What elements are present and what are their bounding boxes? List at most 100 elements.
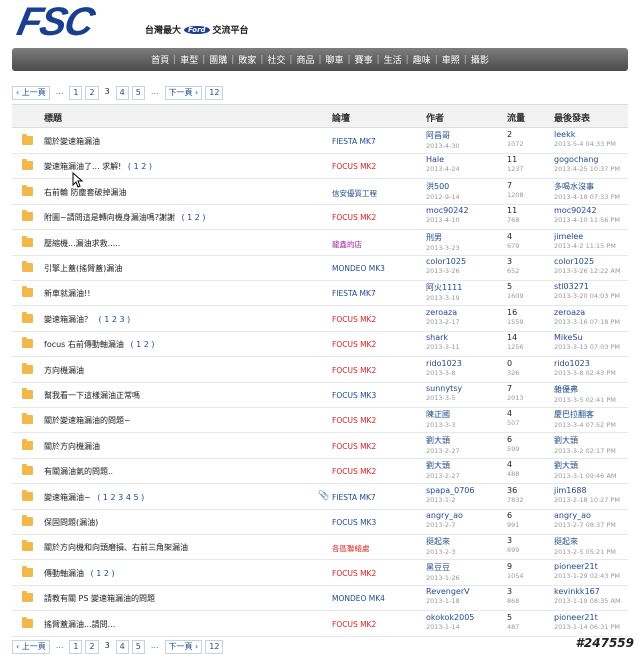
last-post-date[interactable]: 2013-3-1 09:46 AM: [554, 472, 616, 480]
nav-item[interactable]: 車型: [176, 53, 202, 66]
nav-item[interactable]: 攝影: [467, 53, 493, 66]
last-poster[interactable]: jim1688: [554, 486, 620, 495]
forum-link[interactable]: FOCUS MK2: [332, 315, 376, 324]
forum-link[interactable]: FOCUS MK2: [332, 442, 376, 451]
thread-title[interactable]: 引擎上蓋(搖臂蓋)漏油: [44, 263, 126, 274]
thread-title-text[interactable]: focus 右前傳動軸漏油: [44, 340, 126, 349]
last-post-date[interactable]: 2013-5-4 04:33 PM: [554, 140, 616, 148]
nav-item[interactable]: 商品: [292, 53, 318, 66]
author-name[interactable]: color1025: [426, 257, 466, 266]
pager-top-last-page[interactable]: 12: [205, 86, 224, 100]
pager-top-next-button[interactable]: 下一頁 ›: [164, 86, 203, 100]
author-name[interactable]: Hale: [426, 155, 460, 164]
thread-pages[interactable]: ( 1 2 ): [128, 162, 152, 171]
author-name[interactable]: okokok2005: [426, 613, 474, 622]
author-name[interactable]: 阿火1111: [426, 282, 462, 293]
thread-title[interactable]: 有關漏油氣的問題..: [44, 466, 117, 477]
forum-link[interactable]: FIESTA MK7: [332, 493, 376, 502]
forum-link[interactable]: 各區聯絡處: [332, 543, 370, 554]
author-name[interactable]: 阿昌哥: [426, 130, 460, 141]
thread-title[interactable]: 幫我看一下這樣漏油正常嗎: [44, 390, 144, 401]
last-poster[interactable]: zeroaza: [554, 308, 620, 317]
last-post-date[interactable]: 2013-1-29 02:43 PM: [554, 572, 620, 580]
forum-link[interactable]: FOCUS MK2: [332, 340, 376, 349]
last-poster[interactable]: 劉大頭: [554, 435, 616, 446]
last-post-date[interactable]: 2013-2-7 08:37 PM: [554, 521, 616, 529]
thread-title[interactable]: 關於方向機和向頭磨損、右前三角架漏油: [44, 542, 192, 553]
thread-title[interactable]: 方向機漏油: [44, 365, 88, 376]
thread-title[interactable]: 保固問題(漏油): [44, 517, 102, 528]
nav-item[interactable]: 敗家: [234, 53, 260, 66]
forum-link[interactable]: FOCUS MK3: [332, 518, 376, 527]
last-poster[interactable]: color1025: [554, 257, 621, 266]
author-name[interactable]: 陳正國: [426, 409, 456, 420]
thread-title-text[interactable]: 右前輪 防塵套破掉漏油: [44, 188, 127, 197]
last-post-date[interactable]: 2013-4-2 11:15 PM: [554, 242, 616, 250]
forum-link[interactable]: 龍鑫的店: [332, 239, 362, 250]
pager-top-prev-button[interactable]: ‹ 上一頁: [12, 86, 50, 100]
forum-link[interactable]: FOCUS MK2: [332, 213, 376, 222]
forum-link[interactable]: FOCUS MK2: [332, 467, 376, 476]
author-name[interactable]: 挺起來: [426, 536, 456, 547]
thread-title-text[interactable]: 附圖~請問這是轉向機身漏油嗎?謝謝: [44, 213, 178, 222]
thread-title[interactable]: 變速箱漏油了... 求解! ( 1 2 ): [44, 161, 152, 172]
forum-link[interactable]: FOCUS MK3: [332, 391, 376, 400]
thread-pages[interactable]: ( 1 2 3 4 5 ): [97, 493, 144, 502]
last-post-date[interactable]: 2013-4-25 10:37 PM: [554, 165, 620, 173]
thread-title-text[interactable]: 關於變速箱漏油的問題~: [44, 416, 131, 425]
fsc-logo[interactable]: FSC: [13, 0, 96, 44]
last-post-date[interactable]: 2013-2-5 05:21 PM: [554, 548, 616, 556]
thread-title-text[interactable]: 壓縮機...漏油求救.....: [44, 239, 120, 248]
thread-pages[interactable]: ( 1 2 ): [130, 340, 154, 349]
nav-item[interactable]: 首頁: [147, 53, 173, 66]
forum-link[interactable]: MONDEO MK4: [332, 594, 385, 603]
thread-title[interactable]: 關於變速箱漏油的問題~: [44, 415, 135, 426]
forum-link[interactable]: FOCUS MK2: [332, 620, 376, 629]
forum-link[interactable]: FIESTA MK7: [332, 289, 376, 298]
last-poster[interactable]: stl03271: [554, 282, 620, 291]
thread-title-text[interactable]: 保固問題(漏油): [44, 518, 98, 527]
last-post-date[interactable]: 2013-3-8 02:43 PM: [554, 369, 616, 377]
forum-link[interactable]: FOCUS MK2: [332, 416, 376, 425]
last-poster[interactable]: moc90242: [554, 206, 620, 215]
last-post-date[interactable]: 2013-3-4 07:52 PM: [554, 421, 616, 429]
last-post-date[interactable]: 2013-3-2 02:17 PM: [554, 447, 616, 455]
nav-item[interactable]: 社交: [263, 53, 289, 66]
author-name[interactable]: 刑男: [426, 232, 460, 243]
thread-title[interactable]: 壓縮機...漏油求救.....: [44, 238, 124, 249]
author-name[interactable]: angry_ao: [426, 511, 463, 520]
thread-pages[interactable]: ( 1 2 ): [91, 569, 115, 578]
author-name[interactable]: sunnytsy: [426, 384, 462, 393]
pager-top-page-link[interactable]: 4: [115, 86, 129, 100]
last-post-date[interactable]: 2013-1-19 08:35 AM: [554, 597, 621, 605]
thread-title-text[interactable]: 搖臂蓋漏油...請問...: [44, 620, 115, 629]
last-post-date[interactable]: 2013-3-16 07:18 PM: [554, 318, 620, 326]
thread-title-text[interactable]: 關於方向機和向頭磨損、右前三角架漏油: [44, 543, 188, 552]
author-name[interactable]: shark: [426, 333, 460, 342]
author-name[interactable]: rido1023: [426, 359, 462, 368]
last-poster[interactable]: jimelee: [554, 232, 616, 241]
forum-link[interactable]: 信安優質工程: [332, 188, 377, 199]
thread-pages[interactable]: ( 1 2 ): [182, 213, 206, 222]
thread-title[interactable]: 請教有關 PS 變速箱漏油的問題: [44, 593, 159, 604]
author-name[interactable]: 黑豆豆: [426, 562, 460, 573]
last-poster[interactable]: pioneer21t: [554, 613, 620, 622]
thread-title-text[interactable]: 幫我看一下這樣漏油正常嗎: [44, 391, 140, 400]
thread-title[interactable]: 傳動軸漏油 ( 1 2 ): [44, 568, 115, 579]
last-post-date[interactable]: 2013-3-20 04:03 PM: [554, 292, 620, 300]
last-poster[interactable]: rido1023: [554, 359, 616, 368]
nav-item[interactable]: 團購: [205, 53, 231, 66]
thread-pages[interactable]: ( 1 2 3 ): [99, 315, 131, 324]
thread-title-text[interactable]: 變速箱漏油了... 求解!: [44, 162, 124, 171]
last-poster[interactable]: 多喝水沒事: [554, 181, 620, 192]
thread-title[interactable]: 關於方向機漏油: [44, 441, 104, 452]
thread-title[interactable]: 新車就漏油!!: [44, 288, 94, 299]
author-name[interactable]: moc90242: [426, 206, 469, 215]
last-poster[interactable]: 挺起來: [554, 536, 616, 547]
thread-title-text[interactable]: 有關漏油氣的問題..: [44, 467, 113, 476]
author-name[interactable]: 洪500: [426, 181, 460, 192]
last-post-date[interactable]: 2013-3-26 12:22 AM: [554, 267, 621, 275]
thread-title-text[interactable]: 變速箱漏油~: [44, 493, 93, 502]
forum-link[interactable]: FOCUS MK2: [332, 569, 376, 578]
thread-title-text[interactable]: 新車就漏油!!: [44, 289, 90, 298]
